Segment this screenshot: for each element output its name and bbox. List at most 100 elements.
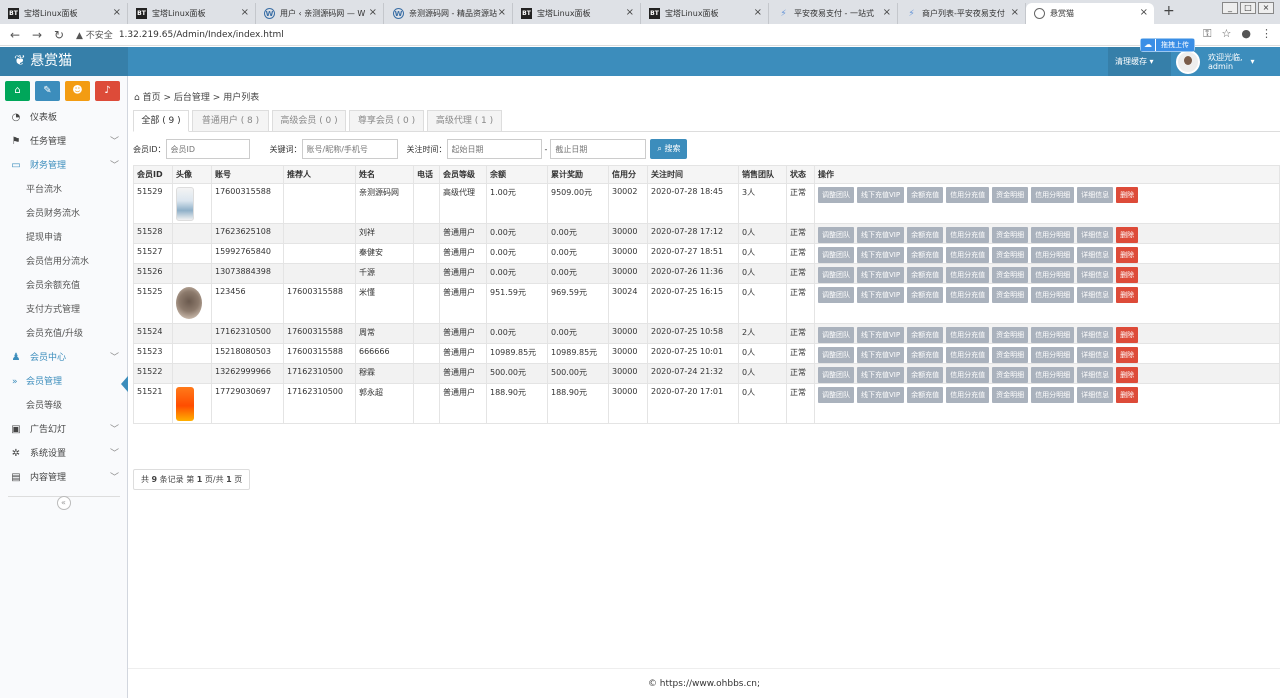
close-tab-icon[interactable]: × [498, 7, 506, 18]
sidebar-subitem[interactable]: 提现申请 [0, 226, 127, 250]
cell-team[interactable]: 0人 [738, 283, 787, 324]
users-icon[interactable]: ☻ [65, 81, 90, 101]
browser-tab[interactable]: ⚡ 平安夜易支付 - 一站式 × [770, 3, 898, 24]
browser-tab[interactable]: BT 宝塔Linux面板 × [641, 3, 769, 24]
browser-tab[interactable]: W 亲测源码网 - 精品资源站 × [385, 3, 513, 24]
cell-team[interactable]: 0人 [738, 243, 787, 264]
adjust-team-button[interactable]: 调整团队 [818, 227, 854, 243]
credit-recharge-button[interactable]: 信用分充值 [946, 247, 990, 263]
credit-details-button[interactable]: 信用分明细 [1031, 267, 1075, 283]
credit-details-button[interactable]: 信用分明细 [1031, 387, 1075, 403]
close-tab-icon[interactable]: × [369, 7, 377, 18]
delete-button[interactable]: 删除 [1116, 247, 1139, 263]
delete-button[interactable]: 删除 [1116, 187, 1139, 203]
delete-button[interactable]: 删除 [1116, 227, 1139, 243]
sidebar-subitem[interactable]: 支付方式管理 [0, 298, 127, 322]
credit-recharge-button[interactable]: 信用分充值 [946, 267, 990, 283]
credit-details-button[interactable]: 信用分明细 [1031, 187, 1075, 203]
insecure-warning-icon[interactable]: ▲ 不安全 [76, 28, 113, 41]
tab-normal-users[interactable]: 普通用户 ( 8 ) [192, 110, 269, 132]
details-button[interactable]: 详细信息 [1077, 227, 1114, 243]
search-button[interactable]: ⌕ 搜索 [650, 139, 688, 159]
offline-vip-button[interactable]: 线下充值VIP [857, 367, 905, 383]
credit-recharge-button[interactable]: 信用分充值 [946, 367, 990, 383]
end-date-input[interactable] [550, 139, 647, 159]
logo[interactable]: ❦ 悬赏猫 [0, 47, 128, 76]
delete-button[interactable]: 删除 [1116, 327, 1139, 343]
balance-recharge-button[interactable]: 余额充值 [907, 387, 944, 403]
balance-recharge-button[interactable]: 余额充值 [907, 367, 944, 383]
fund-details-button[interactable]: 资金明细 [992, 347, 1029, 363]
details-button[interactable]: 详细信息 [1077, 367, 1114, 383]
fund-details-button[interactable]: 资金明细 [992, 267, 1029, 283]
browser-tab[interactable]: W 用户 ‹ 亲测源码网 — W × [256, 3, 384, 24]
balance-recharge-button[interactable]: 余额充值 [907, 347, 944, 363]
sidebar-item-content[interactable]: ▤ 内容管理 ﹀ [0, 466, 127, 490]
url-field[interactable]: 1.32.219.65/Admin/Index/index.html [119, 30, 284, 40]
cell-team[interactable]: 0人 [738, 363, 787, 384]
credit-recharge-button[interactable]: 信用分充值 [946, 227, 990, 243]
cell-team[interactable]: 0人 [738, 343, 787, 364]
bookmark-star-icon[interactable]: ☆ [1222, 27, 1232, 41]
sidebar-subitem[interactable]: 会员等级 [0, 394, 127, 418]
reload-icon[interactable]: ↻ [52, 28, 66, 42]
adjust-team-button[interactable]: 调整团队 [818, 247, 854, 263]
footer[interactable]: © https://www.ohbbs.cn; [128, 668, 1280, 698]
details-button[interactable]: 详细信息 [1077, 347, 1114, 363]
pencil-icon[interactable]: ✎ [35, 81, 60, 101]
tab-all[interactable]: 全部 ( 9 ) [133, 110, 189, 132]
sidebar-item-ads[interactable]: ▣ 广告幻灯 ﹀ [0, 418, 127, 442]
close-tab-icon[interactable]: × [883, 7, 891, 18]
menu-dots-icon[interactable]: ⋮ [1261, 27, 1272, 41]
adjust-team-button[interactable]: 调整团队 [818, 187, 854, 203]
credit-details-button[interactable]: 信用分明细 [1031, 287, 1075, 303]
member-id-input[interactable] [165, 139, 250, 159]
tab-advanced-members[interactable]: 高级会员 ( 0 ) [272, 110, 346, 132]
offline-vip-button[interactable]: 线下充值VIP [857, 247, 905, 263]
sidebar-subitem-member-management[interactable]: 会员管理 [0, 370, 128, 394]
fund-details-button[interactable]: 资金明细 [992, 187, 1029, 203]
breadcrumb-home[interactable]: 首页 [143, 93, 161, 103]
cell-team[interactable]: 0人 [738, 383, 787, 424]
delete-button[interactable]: 删除 [1116, 347, 1139, 363]
fund-details-button[interactable]: 资金明细 [992, 367, 1029, 383]
details-button[interactable]: 详细信息 [1077, 267, 1114, 283]
sidebar-subitem[interactable]: 会员充值/升级 [0, 322, 127, 346]
delete-button[interactable]: 删除 [1116, 387, 1139, 403]
credit-recharge-button[interactable]: 信用分充值 [946, 187, 990, 203]
sidebar-item-settings[interactable]: ✲ 系统设置 ﹀ [0, 442, 127, 466]
credit-recharge-button[interactable]: 信用分充值 [946, 387, 990, 403]
fund-details-button[interactable]: 资金明细 [992, 227, 1029, 243]
balance-recharge-button[interactable]: 余额充值 [907, 327, 944, 343]
close-tab-icon[interactable]: × [754, 7, 762, 18]
close-tab-icon[interactable]: × [113, 7, 121, 18]
sidebar-item-member-center[interactable]: ♟ 会员中心 ﹀ [0, 346, 127, 370]
maximize-icon[interactable]: □ [1240, 2, 1256, 14]
balance-recharge-button[interactable]: 余额充值 [907, 227, 944, 243]
balance-recharge-button[interactable]: 余额充值 [907, 287, 944, 303]
sidebar-subitem[interactable]: 会员信用分流水 [0, 250, 127, 274]
breadcrumb-admin[interactable]: 后台管理 [174, 93, 210, 103]
delete-button[interactable]: 删除 [1116, 367, 1139, 383]
close-tab-icon[interactable]: × [1011, 7, 1019, 18]
credit-recharge-button[interactable]: 信用分充值 [946, 347, 990, 363]
balance-recharge-button[interactable]: 余额充值 [907, 247, 944, 263]
adjust-team-button[interactable]: 调整团队 [818, 287, 854, 303]
details-button[interactable]: 详细信息 [1077, 287, 1114, 303]
adjust-team-button[interactable]: 调整团队 [818, 327, 854, 343]
details-button[interactable]: 详细信息 [1077, 187, 1114, 203]
credit-details-button[interactable]: 信用分明细 [1031, 247, 1075, 263]
offline-vip-button[interactable]: 线下充值VIP [857, 327, 905, 343]
profile-icon[interactable]: ● [1241, 27, 1251, 41]
delete-button[interactable]: 删除 [1116, 287, 1139, 303]
offline-vip-button[interactable]: 线下充值VIP [857, 387, 905, 403]
new-tab-button[interactable]: + [1163, 3, 1175, 19]
fund-details-button[interactable]: 资金明细 [992, 247, 1029, 263]
home-icon[interactable]: ⌂ [5, 81, 30, 101]
credit-recharge-button[interactable]: 信用分充值 [946, 327, 990, 343]
key-icon[interactable]: ⚿ [1203, 27, 1211, 41]
fund-details-button[interactable]: 资金明细 [992, 387, 1029, 403]
offline-vip-button[interactable]: 线下充值VIP [857, 267, 905, 283]
cell-team[interactable]: 2人 [738, 323, 787, 344]
details-button[interactable]: 详细信息 [1077, 247, 1114, 263]
